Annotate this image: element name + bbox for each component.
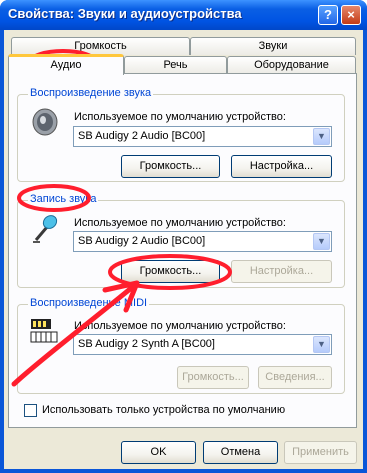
tab-sounds[interactable]: Звуки [190,37,356,55]
playback-volume-button[interactable]: Громкость... [121,155,220,178]
midi-volume-button[interactable]: Громкость... [177,366,249,389]
playback-device-value: SB Audigy 2 Audio [BC00] [78,130,206,142]
chevron-down-icon[interactable]: ▼ [313,128,330,145]
tab-label: Звуки [258,40,288,52]
midi-keyboard-icon [30,319,58,343]
close-button[interactable]: × [341,5,361,25]
tab-label: Оборудование [254,59,329,71]
apply-button[interactable]: Применить [284,441,357,464]
tab-label: Речь [163,59,188,71]
recording-group-title: Запись звука [28,193,99,205]
tab-hardware[interactable]: Оборудование [227,56,356,74]
midi-device-value: SB Audigy 2 Synth A [BC00] [78,338,215,350]
ok-button[interactable]: OK [121,441,196,464]
window-title: Свойства: Звуки и аудиоустройства [8,6,242,21]
title-bar[interactable]: Свойства: Звуки и аудиоустройства ? × [0,0,367,30]
tab-label: Аудио [50,59,82,71]
help-button[interactable]: ? [318,5,338,25]
playback-device-label: Используемое по умолчанию устройство: [74,111,286,123]
speaker-icon [32,108,58,136]
playback-settings-button[interactable]: Настройка... [231,155,332,178]
microphone-icon [33,215,58,243]
midi-group-title: Воспроизведение MIDI [28,297,150,309]
tab-audio[interactable]: Аудио [8,54,124,75]
recording-device-label: Используемое по умолчанию устройство: [74,217,286,229]
midi-device-select[interactable]: SB Audigy 2 Synth A [BC00] ▼ [73,334,332,355]
close-icon: × [347,7,355,22]
tab-speech[interactable]: Речь [124,56,227,74]
cancel-button[interactable]: Отмена [203,441,278,464]
playback-device-select[interactable]: SB Audigy 2 Audio [BC00] ▼ [73,126,332,147]
recording-volume-button[interactable]: Громкость... [121,260,220,283]
chevron-down-icon[interactable]: ▼ [313,233,330,250]
chevron-down-icon[interactable]: ▼ [313,336,330,353]
recording-settings-button[interactable]: Настройка... [231,260,332,283]
midi-about-button[interactable]: Сведения... [258,366,332,389]
default-only-checkbox[interactable] [24,404,37,417]
tab-label: Громкость [74,40,127,52]
tab-volume[interactable]: Громкость [11,37,190,55]
midi-device-label: Используемое по умолчанию устройство: [74,320,286,332]
help-icon: ? [324,7,332,22]
default-only-checkbox-label[interactable]: Использовать только устройства по умолча… [42,404,285,416]
recording-device-select[interactable]: SB Audigy 2 Audio [BC00] ▼ [73,231,332,252]
playback-group-title: Воспроизведение звука [28,87,154,99]
recording-device-value: SB Audigy 2 Audio [BC00] [78,235,206,247]
